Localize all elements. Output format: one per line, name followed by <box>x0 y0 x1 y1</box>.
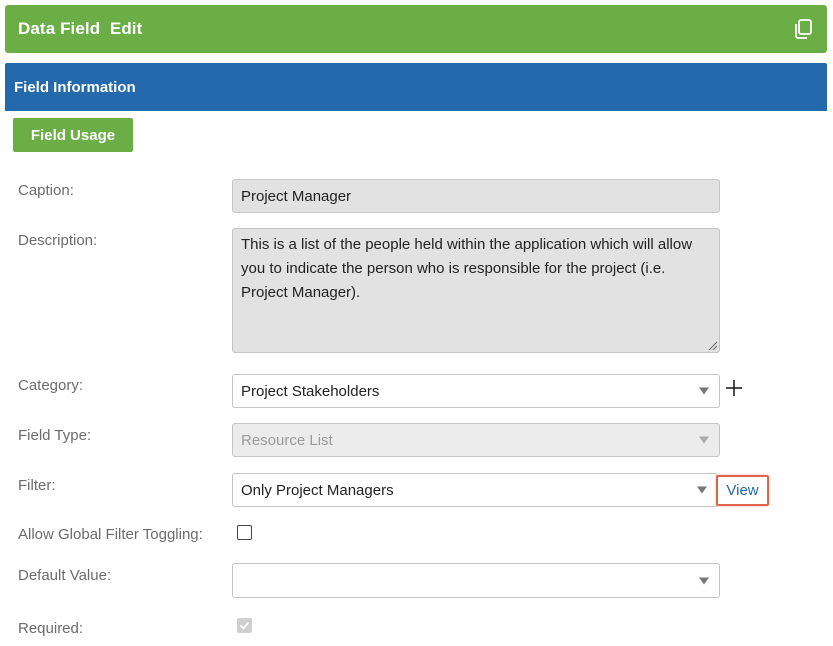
filter-value: Only Project Managers <box>241 481 394 499</box>
section-title: Field Information <box>14 78 136 96</box>
section-header: Field Information <box>5 63 827 111</box>
chevron-down-icon <box>699 387 709 395</box>
caption-label: Caption: <box>18 182 74 199</box>
description-textarea[interactable]: This is a list of the people held within… <box>232 228 720 353</box>
chevron-down-icon <box>699 436 709 444</box>
field-type-select: Resource List <box>232 423 720 457</box>
global-filter-checkbox[interactable] <box>237 525 252 540</box>
filter-label: Filter: <box>18 477 56 494</box>
caption-value: Project Manager <box>241 187 352 205</box>
field-usage-button[interactable]: Field Usage <box>13 118 133 152</box>
chevron-down-icon <box>697 486 707 494</box>
field-type-label: Field Type: <box>18 427 92 444</box>
filter-view-link[interactable]: View <box>716 475 769 506</box>
required-checkbox <box>237 618 252 633</box>
chevron-down-icon <box>699 577 709 584</box>
caption-input[interactable]: Project Manager <box>232 179 720 213</box>
required-label: Required: <box>18 620 84 637</box>
default-value-label: Default Value: <box>18 567 112 584</box>
page-header: Data Field Edit <box>5 5 827 53</box>
plus-icon[interactable] <box>725 379 743 397</box>
default-value-select[interactable] <box>232 563 720 598</box>
global-filter-label: Allow Global Filter Toggling: <box>18 526 203 543</box>
checkmark-icon <box>239 621 250 630</box>
description-value: This is a list of the people held within… <box>241 236 693 301</box>
category-select[interactable]: Project Stakeholders <box>232 374 720 408</box>
page-title: Data Field Edit <box>18 19 143 38</box>
copy-icon[interactable] <box>791 17 815 41</box>
resize-grip-icon[interactable] <box>707 340 717 350</box>
description-label: Description: <box>18 232 98 249</box>
field-type-value: Resource List <box>241 431 333 449</box>
category-label: Category: <box>18 377 84 394</box>
filter-select[interactable]: Only Project Managers <box>232 473 718 507</box>
category-value: Project Stakeholders <box>241 382 380 400</box>
